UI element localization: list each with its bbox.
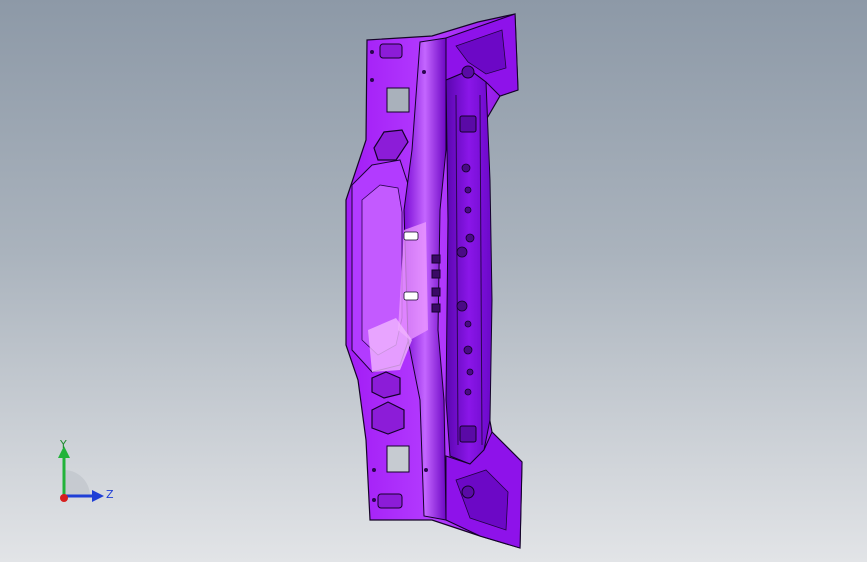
rail-hole	[466, 368, 474, 376]
slot-upper	[403, 231, 419, 241]
flange-hole	[422, 70, 426, 74]
flange-hole	[424, 468, 428, 472]
rail-hole	[464, 206, 472, 214]
y-axis-label: Y	[59, 438, 67, 451]
flange-hole	[372, 468, 376, 472]
square-cutout-top	[386, 87, 410, 113]
rail-hole	[464, 320, 472, 328]
rail-hole	[463, 345, 473, 355]
bracket-bottom	[459, 425, 477, 443]
square-hole-2	[431, 269, 441, 279]
bracket-top	[459, 115, 477, 133]
graphics-viewport[interactable]: Y Z	[0, 0, 867, 562]
flange-hole	[370, 78, 374, 82]
square-cutout-bottom	[386, 445, 410, 473]
slot-lower	[403, 291, 419, 301]
z-arrow-head	[92, 490, 104, 502]
slot-cutout-lower	[371, 371, 401, 399]
rail-hole	[464, 186, 472, 194]
stamped-panel-model[interactable]	[0, 0, 867, 562]
top-boss	[461, 65, 475, 79]
x-axis-dot	[60, 494, 68, 502]
rail-hole	[465, 233, 475, 243]
rail-hole	[456, 300, 468, 312]
rail-hole	[461, 163, 471, 173]
rail-hole	[464, 388, 472, 396]
bottom-boss	[461, 485, 475, 499]
flange-hole	[372, 498, 376, 502]
z-axis-label: Z	[106, 488, 114, 501]
square-hole-3	[431, 287, 441, 297]
flange-hole	[370, 50, 374, 54]
square-hole-4	[431, 303, 441, 313]
rail-hole	[456, 246, 468, 258]
triad-quadrant	[64, 470, 90, 496]
square-hole-1	[431, 254, 441, 264]
coordinate-triad: Y Z	[58, 438, 114, 502]
small-cutout-bottom	[377, 493, 403, 509]
small-cutout-top	[379, 43, 403, 59]
